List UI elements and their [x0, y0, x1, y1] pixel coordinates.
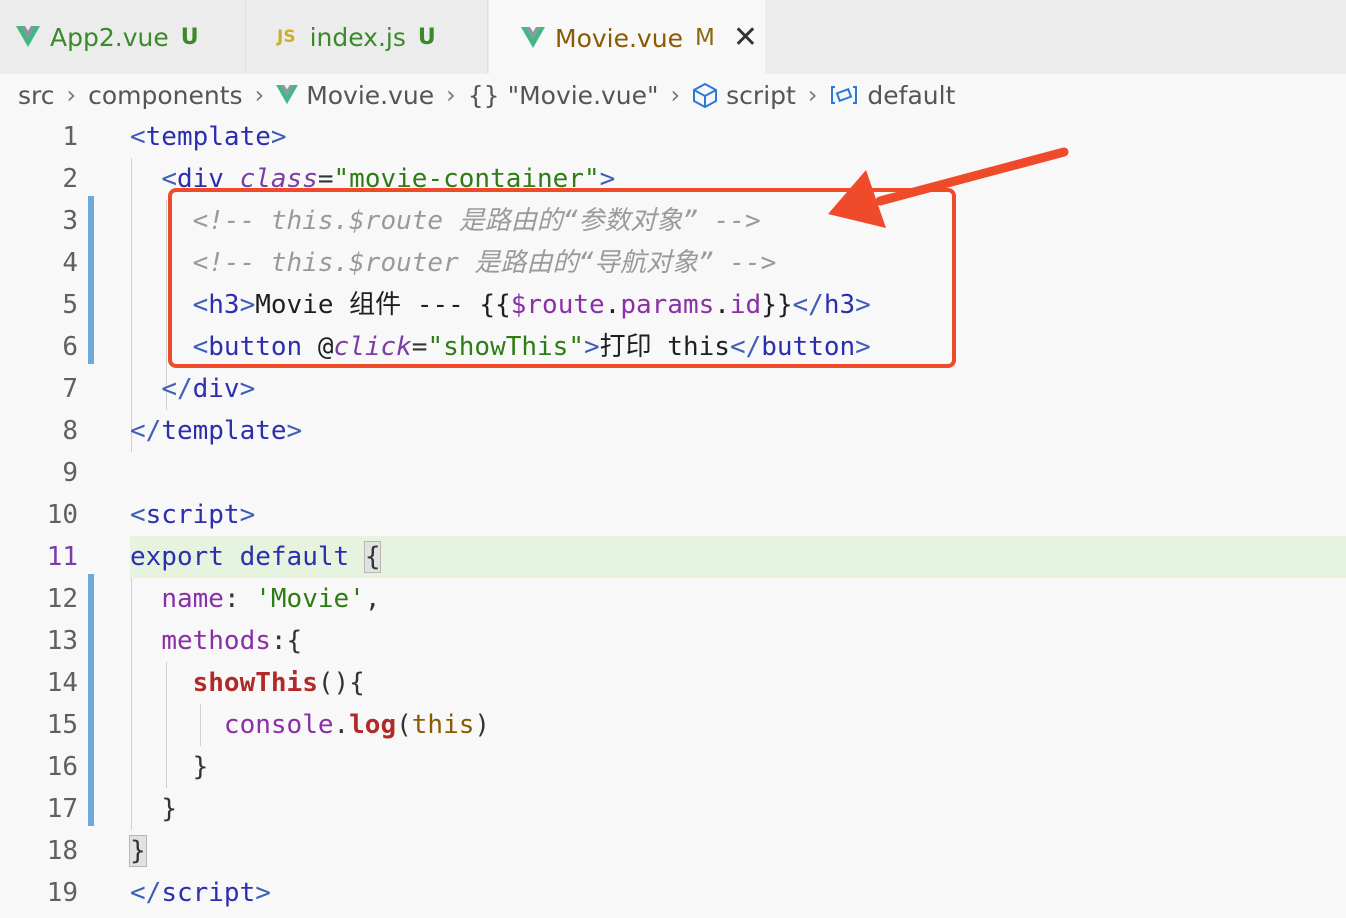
annotation-arrow-icon — [828, 147, 1069, 228]
